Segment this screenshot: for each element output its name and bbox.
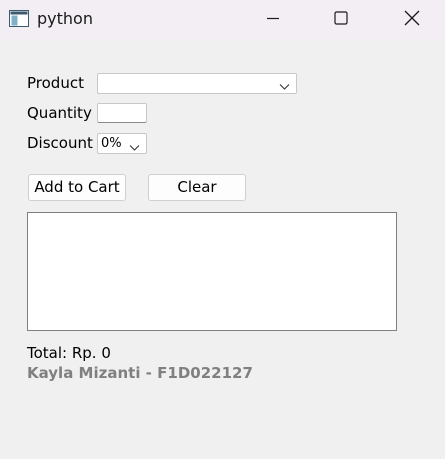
- close-icon: [404, 10, 420, 30]
- chevron-down-icon: [129, 139, 140, 153]
- author-label: Kayla Mizanti - F1D022127: [27, 364, 253, 382]
- title-bar: python: [0, 0, 445, 40]
- cart-list[interactable]: [27, 212, 397, 331]
- window-title: python: [37, 9, 93, 28]
- discount-dropdown[interactable]: 0%: [97, 133, 147, 154]
- discount-label: Discount: [27, 134, 93, 152]
- total-label: Total: Rp. 0: [27, 344, 111, 362]
- minimize-icon: [266, 11, 280, 29]
- add-to-cart-button[interactable]: Add to Cart: [28, 174, 126, 201]
- close-button[interactable]: [389, 0, 435, 40]
- quantity-label: Quantity: [27, 104, 92, 122]
- product-label: Product: [27, 74, 84, 92]
- discount-dropdown-value: 0%: [101, 136, 121, 151]
- maximize-button[interactable]: [318, 0, 364, 40]
- chevron-down-icon: [279, 79, 290, 95]
- maximize-icon: [334, 11, 348, 29]
- product-dropdown[interactable]: [97, 73, 297, 94]
- minimize-button[interactable]: [250, 0, 296, 40]
- python-window-icon: [9, 10, 29, 27]
- clear-button[interactable]: Clear: [148, 174, 246, 201]
- quantity-input[interactable]: [97, 103, 147, 123]
